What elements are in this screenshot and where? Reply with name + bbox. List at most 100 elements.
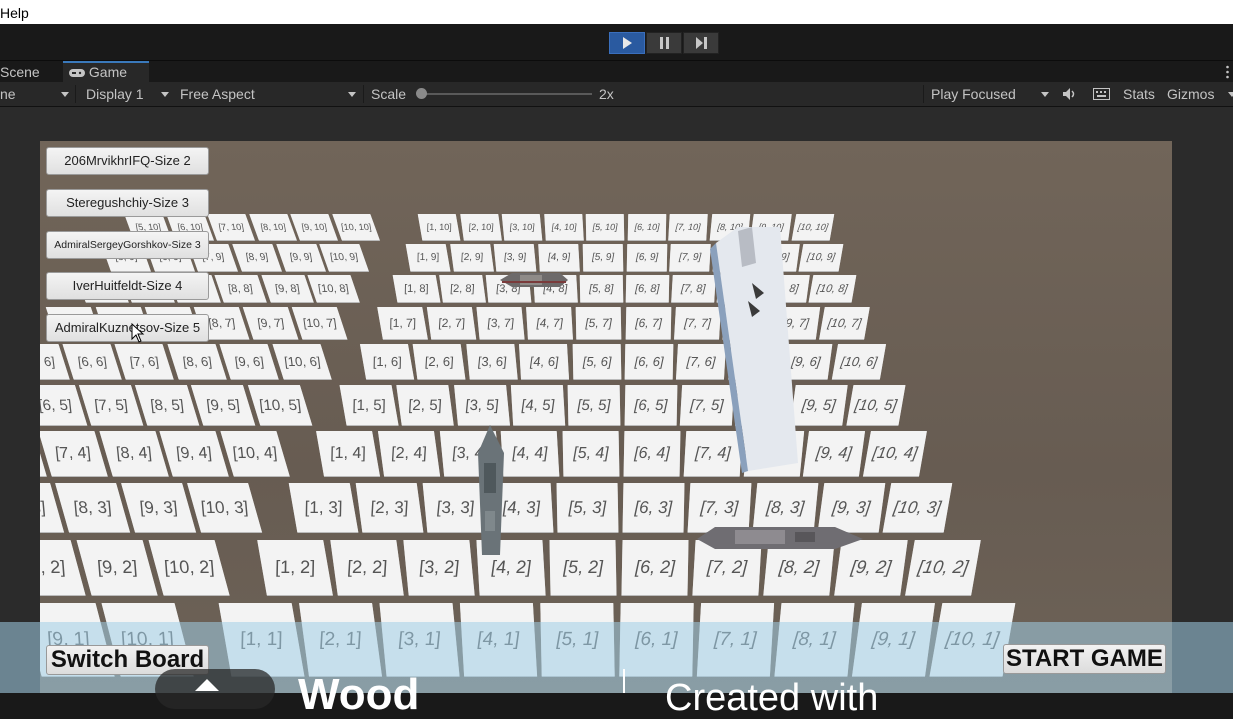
- board-cell[interactable]: [9, 2]: [76, 540, 158, 595]
- board-cell[interactable]: [6, 5]: [624, 385, 677, 425]
- board-cell[interactable]: [10, 2]: [148, 540, 230, 595]
- scale-slider[interactable]: [416, 88, 592, 99]
- game-render-area[interactable]: [5, 10] [6, 10] [7, 10] [8, 10] [9, 10] [10, …: [40, 141, 1172, 693]
- board-cell[interactable]: [6, 6]: [624, 344, 674, 379]
- ship-button-admiral-sergey-gorshkov[interactable]: AdmiralSergeyGorshkov-Size 3: [46, 231, 209, 259]
- chevron-down-icon[interactable]: [1228, 92, 1233, 97]
- gizmos-button[interactable]: Gizmos: [1167, 82, 1214, 106]
- start-game-button[interactable]: START GAME: [1003, 644, 1166, 674]
- board-cell[interactable]: [1, 2]: [257, 540, 333, 595]
- board-cell[interactable]: [4, 7]: [526, 307, 574, 339]
- board-cell[interactable]: [2, 10]: [459, 214, 502, 240]
- board-cell[interactable]: [8, 6]: [167, 344, 227, 379]
- ship-button-iver-huitfeldt[interactable]: IverHuitfeldt-Size 4: [46, 272, 209, 300]
- keyboard-toggle[interactable]: [1093, 82, 1111, 106]
- ship-button-steregushchiy[interactable]: Steregushchiy-Size 3: [46, 189, 209, 217]
- board-cell[interactable]: [4, 5]: [510, 385, 565, 425]
- board-cell[interactable]: [3, 2]: [403, 540, 475, 595]
- play-mode-dropdown[interactable]: Play Focused: [931, 82, 1055, 106]
- ship-button-206mrvikhrifq[interactable]: 206MrvikhrIFQ-Size 2: [46, 147, 209, 175]
- board-cell[interactable]: [6, 5]: [40, 385, 87, 425]
- board-cell[interactable]: [8, 4]: [98, 431, 169, 476]
- board-cell[interactable]: [8, 8]: [214, 275, 267, 302]
- board-cell[interactable]: [4, 9]: [538, 244, 581, 271]
- board-cell[interactable]: [8, 3]: [55, 483, 130, 532]
- board-cell[interactable]: [2, 3]: [355, 483, 424, 532]
- board-cell[interactable]: [9, 10]: [290, 214, 338, 240]
- game-viewport[interactable]: [5, 10] [6, 10] [7, 10] [8, 10] [9, 10] [10, …: [0, 107, 1233, 717]
- board-cell[interactable]: [1, 9]: [405, 244, 451, 271]
- board-cell[interactable]: [2, 9]: [449, 244, 494, 271]
- board-cell[interactable]: [2, 4]: [377, 431, 440, 476]
- menu-help[interactable]: Help: [0, 5, 29, 21]
- board-cell[interactable]: [5, 8]: [579, 275, 623, 302]
- display-dropdown[interactable]: Display 1: [86, 82, 172, 106]
- board-cell[interactable]: [2, 6]: [413, 344, 466, 379]
- board-cell[interactable]: [6, 10]: [627, 214, 666, 240]
- board-cell[interactable]: [5, 3]: [556, 483, 619, 532]
- board-cell[interactable]: [5, 2]: [549, 540, 617, 595]
- board-cell[interactable]: [7, 5]: [78, 385, 143, 425]
- board-cell[interactable]: [6, 4]: [623, 431, 681, 476]
- board-cell[interactable]: [5, 5]: [567, 385, 621, 425]
- board-cell[interactable]: [8, 5]: [134, 385, 200, 425]
- board-cell[interactable]: [9, 3]: [121, 483, 196, 532]
- board-cell[interactable]: [1, 6]: [359, 344, 415, 379]
- board-cell[interactable]: [6, 2]: [621, 540, 689, 595]
- board-cell[interactable]: [2, 7]: [426, 307, 477, 339]
- board-cell[interactable]: [9, 5]: [191, 385, 256, 425]
- board-cell[interactable]: [7, 6]: [114, 344, 175, 379]
- board-cell[interactable]: [8, 10]: [248, 214, 297, 240]
- board-cell[interactable]: [10, 10]: [331, 214, 380, 240]
- board-cell[interactable]: [10, 7]: [291, 307, 348, 339]
- board-cell[interactable]: [10, 3]: [187, 483, 262, 532]
- board-cell[interactable]: [1, 8]: [392, 275, 440, 302]
- pause-button[interactable]: [646, 32, 682, 54]
- board-cell[interactable]: [6, 8]: [625, 275, 669, 302]
- board-cell[interactable]: [3, 10]: [501, 214, 543, 240]
- board-cell[interactable]: [1, 7]: [377, 307, 428, 339]
- board-cell[interactable]: [9, 7]: [242, 307, 299, 339]
- board-cell[interactable]: [5, 9]: [582, 244, 624, 271]
- board-cell[interactable]: [1, 10]: [417, 214, 461, 240]
- board-cell[interactable]: [5, 7]: [576, 307, 622, 339]
- mode-dropdown[interactable]: ne: [0, 82, 72, 106]
- board-cell[interactable]: [9, 4]: [159, 431, 229, 476]
- board-cell[interactable]: [10, 5]: [247, 385, 312, 425]
- board-cell[interactable]: [7, 4]: [40, 431, 108, 476]
- board-cell[interactable]: [10, 8]: [808, 275, 856, 302]
- board-cell[interactable]: [10, 2]: [905, 540, 981, 595]
- board-cell[interactable]: [4, 10]: [543, 214, 584, 240]
- board-cell[interactable]: [7, 10]: [668, 214, 708, 240]
- board-cell[interactable]: [2, 5]: [396, 385, 454, 425]
- audio-toggle[interactable]: [1062, 82, 1080, 106]
- board-cell[interactable]: [2, 8]: [439, 275, 486, 302]
- board-cell[interactable]: [5, 4]: [562, 431, 620, 476]
- board-cell[interactable]: [6, 9]: [626, 244, 667, 271]
- tab-game[interactable]: Game: [63, 61, 149, 83]
- board-cell[interactable]: [10, 5]: [846, 385, 905, 425]
- board-cell[interactable]: [10, 6]: [272, 344, 332, 379]
- stats-button[interactable]: Stats: [1123, 82, 1155, 106]
- board-cell[interactable]: [10, 7]: [819, 307, 870, 339]
- board-cell[interactable]: [10, 8]: [307, 275, 359, 302]
- board-cell[interactable]: [3, 6]: [466, 344, 518, 379]
- ship-button-admiral-kuznetsov[interactable]: AdmiralKuznetsov-Size 5: [46, 314, 209, 342]
- step-button[interactable]: [683, 32, 719, 54]
- board-cell[interactable]: [2, 2]: [330, 540, 404, 595]
- board-cell[interactable]: [3, 5]: [453, 385, 510, 425]
- board-cell[interactable]: [1, 3]: [288, 483, 358, 532]
- aspect-dropdown[interactable]: Free Aspect: [180, 82, 360, 106]
- board-cell[interactable]: [10, 3]: [882, 483, 952, 532]
- board-cell[interactable]: [6, 7]: [625, 307, 671, 339]
- board-cell[interactable]: [9, 9]: [275, 244, 326, 271]
- board-cell[interactable]: [5, 10]: [585, 214, 625, 240]
- overlay-home-button[interactable]: [155, 669, 275, 709]
- more-options-icon[interactable]: [1226, 65, 1229, 79]
- board-cell[interactable]: [6, 3]: [622, 483, 685, 532]
- board-cell[interactable]: [9, 4]: [803, 431, 866, 476]
- board-cell[interactable]: [9, 8]: [260, 275, 313, 302]
- scale-slider-handle[interactable]: [416, 88, 427, 99]
- board-cell[interactable]: [7, 10]: [207, 214, 255, 240]
- board-cell[interactable]: [9, 6]: [219, 344, 279, 379]
